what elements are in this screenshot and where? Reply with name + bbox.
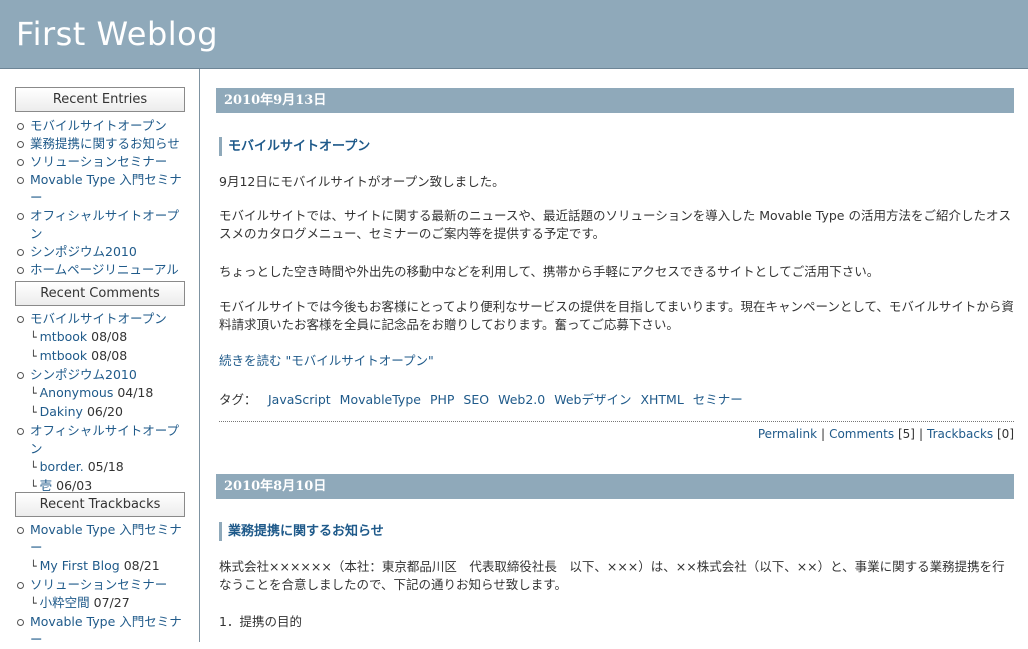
entry-footer: Permalink | Comments [5] | Trackbacks [0] bbox=[219, 421, 1014, 442]
comment-item: └ mtbook 08/08 bbox=[16, 347, 186, 366]
trackback-item: └ My First Blog 08/21 bbox=[16, 557, 186, 576]
elbow-icon: └ bbox=[30, 387, 37, 400]
trackback-item: └ 小粋空間 07/27 bbox=[16, 594, 186, 613]
comment-item: └ Anonymous 04/18 bbox=[16, 384, 186, 403]
comment-date: 08/08 bbox=[91, 329, 128, 344]
recent-trackbacks-heading: Recent Trackbacks bbox=[15, 492, 185, 517]
comment-entry-link[interactable]: オフィシャルサイトオープン bbox=[16, 422, 186, 458]
trackback-source-link[interactable]: My First Blog bbox=[40, 558, 120, 573]
comment-date: 04/18 bbox=[117, 385, 154, 400]
comment-date: 06/20 bbox=[86, 404, 123, 419]
entry-title-link[interactable]: モバイルサイトオープン bbox=[219, 137, 370, 156]
tag-link[interactable]: セミナー bbox=[693, 392, 743, 407]
comment-date: 05/18 bbox=[87, 459, 124, 474]
trackbacks-count: [0] bbox=[997, 427, 1014, 441]
trackback-entry-link[interactable]: Movable Type 入門セミナー bbox=[16, 613, 186, 649]
comment-author-link[interactable]: mtbook bbox=[40, 348, 88, 363]
tag-list: JavaScript MovableType PHP SEO Web2.0 We… bbox=[268, 389, 748, 408]
tag-link[interactable]: JavaScript bbox=[268, 392, 331, 407]
comment-author-link[interactable]: border. bbox=[40, 459, 84, 474]
tag-link[interactable]: MovableType bbox=[340, 392, 421, 407]
comment-item: └ Dakiny 06/20 bbox=[16, 403, 186, 422]
entry-paragraph: モバイルサイトでは今後もお客様にとってより便利なサービスの提供を目指してまいりま… bbox=[219, 299, 1014, 332]
recent-entries-list: モバイルサイトオープン 業務提携に関するお知らせ ソリューションセミナー Mov… bbox=[16, 117, 186, 279]
recent-entry-link[interactable]: モバイルサイトオープン bbox=[16, 117, 186, 135]
continue-reading-link[interactable]: 続きを読む "モバイルサイトオープン" bbox=[219, 352, 1014, 370]
recent-trackbacks-list: Movable Type 入門セミナー └ My First Blog 08/21… bbox=[16, 521, 186, 649]
comment-author-link[interactable]: Anonymous bbox=[40, 385, 114, 400]
elbow-icon: └ bbox=[30, 350, 37, 363]
elbow-icon: └ bbox=[30, 560, 37, 573]
trackback-entry-link[interactable]: ソリューションセミナー bbox=[16, 576, 186, 594]
tag-link[interactable]: Webデザイン bbox=[554, 392, 631, 407]
tag-link[interactable]: XHTML bbox=[640, 392, 683, 407]
site-title[interactable]: First Weblog bbox=[16, 15, 218, 53]
entry-paragraph: 株式会社××××××（本社：東京都品川区 代表取締役社長 以下、×××）は、××… bbox=[219, 559, 1005, 592]
entry-date-header: 2010年9月13日 bbox=[216, 88, 1014, 113]
tag-link[interactable]: PHP bbox=[430, 392, 454, 407]
recent-entry-link[interactable]: Movable Type 入門セミナー bbox=[16, 171, 186, 207]
sidebar: Recent Entries モバイルサイトオープン 業務提携に関するお知らせ … bbox=[0, 69, 200, 647]
comments-link[interactable]: Comments bbox=[829, 427, 894, 441]
recent-entry-link[interactable]: シンポジウム2010 bbox=[16, 243, 186, 261]
elbow-icon: └ bbox=[30, 597, 37, 610]
comment-author-link[interactable]: 壱 bbox=[40, 478, 53, 493]
blog-banner: First Weblog bbox=[0, 0, 1028, 69]
comments-count: [5] bbox=[897, 427, 915, 441]
trackback-date: 07/27 bbox=[93, 595, 130, 610]
recent-entry-link[interactable]: 業務提携に関するお知らせ bbox=[16, 135, 186, 153]
entry-paragraph: 9月12日にモバイルサイトがオープン致しました。 bbox=[219, 174, 505, 189]
comment-entry-link[interactable]: シンポジウム2010 bbox=[16, 366, 186, 384]
trackback-date: 08/21 bbox=[123, 558, 160, 573]
tags-label: タグ： bbox=[219, 392, 257, 407]
entry-paragraph: ちょっとした空き時間や外出先の移動中などを利用して、携帯から手軽にアクセスできる… bbox=[219, 264, 880, 279]
entry-date-header: 2010年8月10日 bbox=[216, 474, 1014, 499]
trackback-source-link[interactable]: 小粋空間 bbox=[40, 595, 90, 610]
tag-link[interactable]: Web2.0 bbox=[498, 392, 545, 407]
elbow-icon: └ bbox=[30, 461, 37, 474]
tag-link[interactable]: SEO bbox=[463, 392, 489, 407]
trackback-entry-link[interactable]: Movable Type 入門セミナー bbox=[16, 521, 186, 557]
permalink-link[interactable]: Permalink bbox=[758, 427, 817, 441]
entry-title-link[interactable]: 業務提携に関するお知らせ bbox=[219, 522, 384, 541]
comment-author-link[interactable]: Dakiny bbox=[40, 404, 83, 419]
entry-paragraph: 1．提携の目的 bbox=[219, 614, 302, 629]
recent-entries-heading: Recent Entries bbox=[15, 87, 185, 112]
recent-entry-link[interactable]: ホームページリニューアル bbox=[16, 261, 186, 279]
trackbacks-link[interactable]: Trackbacks bbox=[927, 427, 993, 441]
recent-entry-link[interactable]: ソリューションセミナー bbox=[16, 153, 186, 171]
comment-entry-link[interactable]: モバイルサイトオープン bbox=[16, 310, 186, 328]
comment-date: 08/08 bbox=[91, 348, 128, 363]
elbow-icon: └ bbox=[30, 331, 37, 344]
comment-author-link[interactable]: mtbook bbox=[40, 329, 88, 344]
comment-date: 06/03 bbox=[56, 478, 93, 493]
comment-item: └ border. 05/18 bbox=[16, 458, 186, 477]
entry-paragraph: モバイルサイトでは、サイトに関する最新のニュースや、最近話題のソリューションを導… bbox=[219, 208, 1011, 241]
recent-entry-link[interactable]: オフィシャルサイトオープン bbox=[16, 207, 186, 243]
recent-comments-list: モバイルサイトオープン └ mtbook 08/08 └ mtbook 08/08 … bbox=[16, 310, 186, 496]
comment-item: └ mtbook 08/08 bbox=[16, 328, 186, 347]
recent-comments-heading: Recent Comments bbox=[15, 281, 185, 306]
elbow-icon: └ bbox=[30, 406, 37, 419]
